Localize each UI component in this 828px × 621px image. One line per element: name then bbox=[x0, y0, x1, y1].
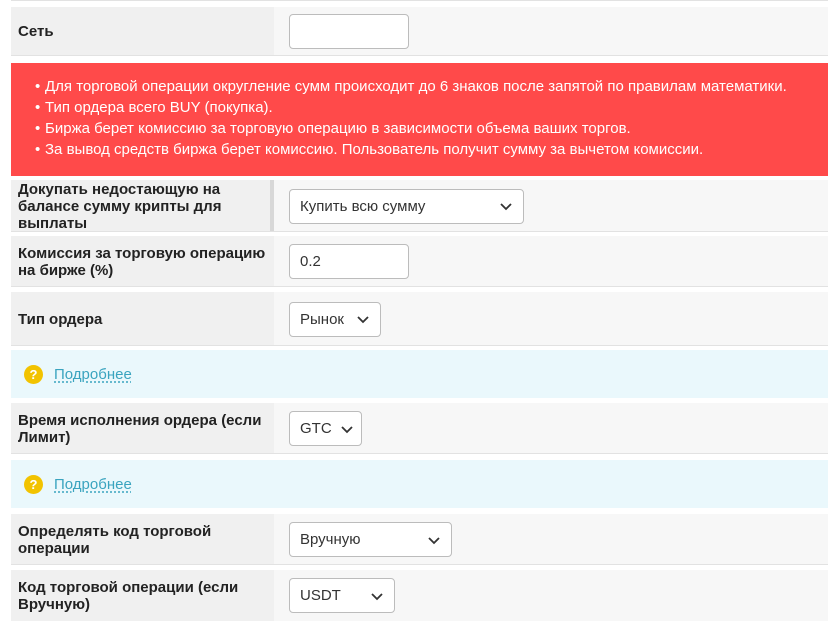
exec-time-label: Время исполнения ордера (если Лимит) bbox=[11, 403, 274, 454]
trade-code-value-cell: USDT bbox=[274, 570, 828, 621]
buy-missing-selected: Купить всю сумму bbox=[300, 197, 426, 215]
chevron-down-icon bbox=[356, 312, 370, 326]
question-icon: ? bbox=[24, 364, 43, 384]
exec-time-select[interactable]: GTC bbox=[289, 411, 362, 446]
row-divider bbox=[11, 286, 828, 287]
exec-time-row: Время исполнения ордера (если Лимит) GTC bbox=[11, 403, 828, 454]
buy-missing-row: Докупать недостающую на балансе сумму кр… bbox=[11, 180, 828, 232]
chevron-down-icon bbox=[499, 199, 513, 213]
exec-time-selected: GTC bbox=[300, 420, 332, 437]
network-input[interactable] bbox=[289, 14, 409, 49]
row-divider bbox=[11, 453, 828, 454]
info-box: ? Подробнее bbox=[11, 350, 828, 398]
notice-item: Биржа берет комиссию за торговую операци… bbox=[35, 118, 828, 139]
network-value-cell bbox=[274, 7, 828, 56]
chevron-down-icon bbox=[427, 533, 441, 547]
row-divider bbox=[11, 564, 828, 565]
question-icon: ? bbox=[24, 474, 43, 494]
order-type-label: Тип ордера bbox=[11, 292, 274, 346]
notice-list: Для торговой операции округление сумм пр… bbox=[35, 76, 828, 160]
notice-item: Тип ордера всего BUY (покупка). bbox=[35, 97, 828, 118]
top-divider bbox=[11, 0, 828, 1]
buy-missing-select[interactable]: Купить всю сумму bbox=[289, 188, 524, 224]
row-divider bbox=[11, 345, 828, 346]
commission-row: Комиссия за торговую операцию на бирже (… bbox=[11, 236, 828, 287]
trade-code-select[interactable]: USDT bbox=[289, 578, 395, 613]
notice-alert: Для торговой операции округление сумм пр… bbox=[11, 63, 828, 176]
order-type-selected: Рынок bbox=[300, 310, 344, 328]
chevron-down-icon bbox=[340, 422, 354, 436]
code-mode-row: Определять код торговой операции Вручную bbox=[11, 514, 828, 565]
info-box: ? Подробнее bbox=[11, 460, 828, 508]
buy-missing-label: Докупать недостающую на балансе сумму кр… bbox=[11, 180, 274, 232]
network-row: Сеть bbox=[11, 7, 828, 56]
code-mode-selected: Вручную bbox=[300, 531, 361, 548]
notice-item: За вывод средств биржа берет комиссию. П… bbox=[35, 139, 828, 160]
row-divider bbox=[11, 55, 828, 56]
chevron-down-icon bbox=[370, 589, 384, 603]
exec-time-value-cell: GTC bbox=[274, 403, 828, 454]
code-mode-value-cell: Вручную bbox=[274, 514, 828, 565]
row-divider bbox=[11, 231, 828, 232]
trade-code-label: Код торговой операции (если Вручную) bbox=[11, 570, 274, 621]
more-link[interactable]: Подробнее bbox=[54, 366, 132, 383]
order-type-row: Тип ордера Рынок bbox=[11, 292, 828, 346]
commission-input[interactable]: 0.2 bbox=[289, 244, 409, 279]
order-type-value-cell: Рынок bbox=[274, 292, 828, 346]
trade-code-selected: USDT bbox=[300, 587, 341, 604]
code-mode-label: Определять код торговой операции bbox=[11, 514, 274, 565]
notice-item: Для торговой операции округление сумм пр… bbox=[35, 76, 828, 97]
order-type-select[interactable]: Рынок bbox=[289, 301, 381, 337]
trade-code-row: Код торговой операции (если Вручную) USD… bbox=[11, 570, 828, 621]
more-link[interactable]: Подробнее bbox=[54, 476, 132, 493]
network-label: Сеть bbox=[11, 7, 274, 56]
commission-label: Комиссия за торговую операцию на бирже (… bbox=[11, 236, 274, 287]
buy-missing-value-cell: Купить всю сумму bbox=[274, 180, 828, 232]
code-mode-select[interactable]: Вручную bbox=[289, 522, 452, 557]
commission-value-cell: 0.2 bbox=[274, 236, 828, 287]
